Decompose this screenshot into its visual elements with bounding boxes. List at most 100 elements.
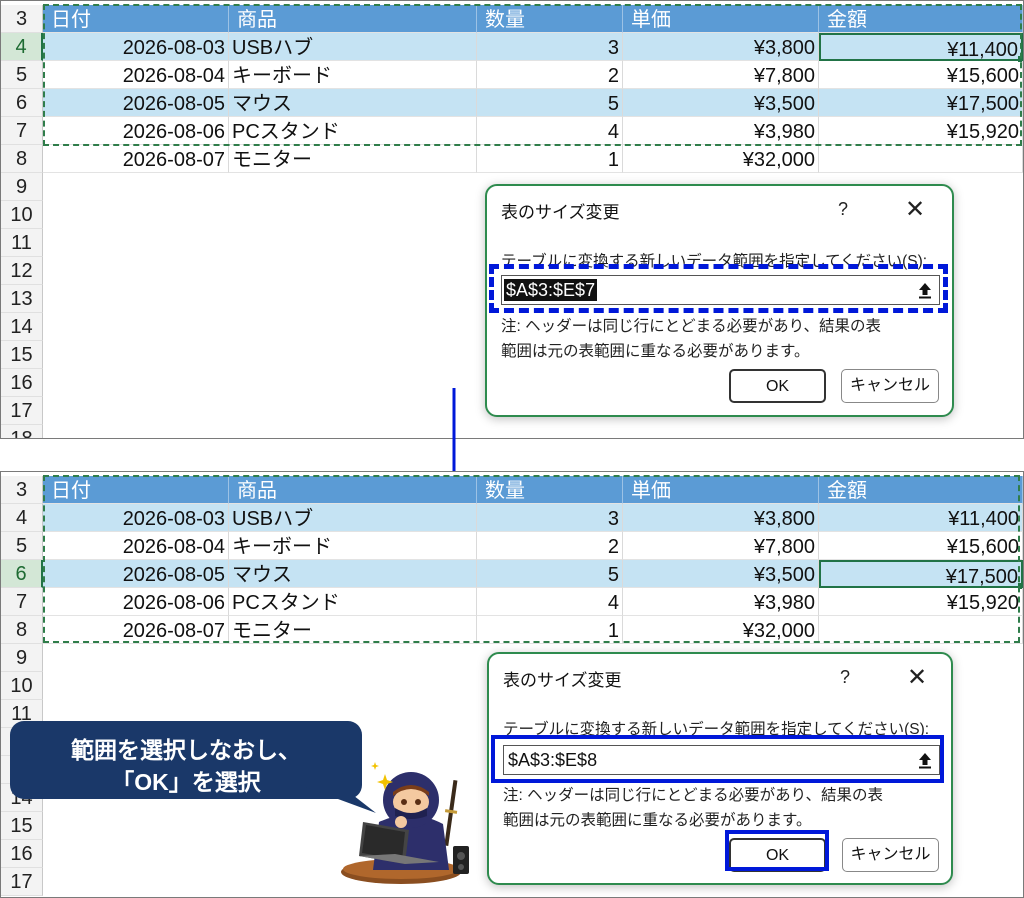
row-number[interactable]: 6 xyxy=(1,560,43,588)
header-qty[interactable]: 数量 xyxy=(477,5,623,33)
cell-qty[interactable]: 2 xyxy=(477,532,623,560)
row-number[interactable]: 4 xyxy=(1,33,43,61)
header-amount[interactable]: 金額 xyxy=(819,476,1023,504)
row-number[interactable]: 8 xyxy=(1,145,43,173)
cell-qty[interactable]: 4 xyxy=(477,117,623,145)
cell-amount-active[interactable]: ¥11,400 xyxy=(819,33,1023,62)
row-number[interactable]: 10 xyxy=(1,201,43,229)
cell-amount[interactable]: ¥15,920 xyxy=(819,588,1023,616)
note-line-1: 注: ヘッダーは同じ行にとどまる必要があり、結果の表 xyxy=(503,787,883,804)
cell-date[interactable]: 2026-08-05 xyxy=(43,89,229,117)
cell-price[interactable]: ¥32,000 xyxy=(623,145,819,173)
cell-price[interactable]: ¥3,500 xyxy=(623,89,819,117)
row-number[interactable]: 16 xyxy=(1,369,43,397)
cell-date[interactable]: 2026-08-06 xyxy=(43,117,229,145)
header-price[interactable]: 単価 xyxy=(623,476,819,504)
cell-qty[interactable]: 1 xyxy=(477,616,623,644)
cell-amount[interactable]: ¥17,500 xyxy=(819,89,1023,117)
cell-price[interactable]: ¥3,980 xyxy=(623,588,819,616)
cell-item[interactable]: PCスタンド xyxy=(229,117,477,145)
row-number[interactable]: 3 xyxy=(1,5,43,33)
row-number[interactable]: 16 xyxy=(1,840,43,868)
cell-amount[interactable]: ¥15,600 xyxy=(819,61,1023,89)
cell-date[interactable]: 2026-08-05 xyxy=(43,560,229,588)
cell-price[interactable]: ¥3,500 xyxy=(623,560,819,588)
cancel-button[interactable]: キャンセル xyxy=(841,369,939,403)
header-date[interactable]: 日付 xyxy=(43,5,229,33)
header-amount[interactable]: 金額 xyxy=(819,5,1023,33)
spreadsheet-panel-before: 3 日付 商品 数量 単価 金額 4 2026-08-03 USBハブ 3 ¥3… xyxy=(0,0,1024,439)
cell-price[interactable]: ¥7,800 xyxy=(623,532,819,560)
cell-price[interactable]: ¥32,000 xyxy=(623,616,819,644)
header-price[interactable]: 単価 xyxy=(623,5,819,33)
close-icon[interactable]: ✕ xyxy=(907,666,927,690)
cell-item[interactable]: キーボード xyxy=(229,532,477,560)
row-number[interactable]: 9 xyxy=(1,173,43,201)
cell-item[interactable]: マウス xyxy=(229,560,477,588)
row-number[interactable]: 13 xyxy=(1,285,43,313)
cell-qty[interactable]: 3 xyxy=(477,504,623,532)
row-number[interactable]: 14 xyxy=(1,313,43,341)
cell-qty[interactable]: 1 xyxy=(477,145,623,173)
row-number[interactable]: 5 xyxy=(1,532,43,560)
row-number[interactable]: 8 xyxy=(1,616,43,644)
cell-qty[interactable]: 3 xyxy=(477,33,623,61)
row-number[interactable]: 3 xyxy=(1,476,43,504)
cell-price[interactable]: ¥3,980 xyxy=(623,117,819,145)
cell-item[interactable]: モニター xyxy=(229,145,477,173)
cell-amount[interactable]: ¥15,920 xyxy=(819,117,1023,145)
help-button[interactable]: ? xyxy=(840,667,850,688)
cell-amount[interactable] xyxy=(819,145,1023,173)
header-qty[interactable]: 数量 xyxy=(477,476,623,504)
table-row: 6 2026-08-05 マウス 5 ¥3,500 ¥17,500 xyxy=(1,89,1023,117)
row-number[interactable]: 6 xyxy=(1,89,43,117)
cell-date[interactable]: 2026-08-06 xyxy=(43,588,229,616)
cell-amount[interactable]: ¥11,400 xyxy=(819,504,1023,532)
cell-date[interactable]: 2026-08-03 xyxy=(43,33,229,61)
range-input-highlight xyxy=(489,264,948,313)
cell-item[interactable]: PCスタンド xyxy=(229,588,477,616)
cell-date[interactable]: 2026-08-07 xyxy=(43,145,229,173)
header-item[interactable]: 商品 xyxy=(229,5,477,33)
cell-price[interactable]: ¥3,800 xyxy=(623,33,819,61)
close-icon[interactable]: ✕ xyxy=(905,198,925,222)
row-number[interactable]: 12 xyxy=(1,257,43,285)
row-number[interactable]: 10 xyxy=(1,672,43,700)
cell-item[interactable]: USBハブ xyxy=(229,504,477,532)
cell-amount[interactable]: ¥15,600 xyxy=(819,532,1023,560)
cell-item[interactable]: マウス xyxy=(229,89,477,117)
cell-qty[interactable]: 4 xyxy=(477,588,623,616)
cell-date[interactable]: 2026-08-04 xyxy=(43,61,229,89)
table-header-row: 3 日付 商品 数量 単価 金額 xyxy=(1,476,1023,504)
header-item[interactable]: 商品 xyxy=(229,476,477,504)
row-number[interactable]: 17 xyxy=(1,397,43,425)
cell-qty[interactable]: 5 xyxy=(477,89,623,117)
cell-date[interactable]: 2026-08-07 xyxy=(43,616,229,644)
cancel-button[interactable]: キャンセル xyxy=(842,838,939,872)
row-number[interactable]: 18 xyxy=(1,425,43,438)
cell-price[interactable]: ¥3,800 xyxy=(623,504,819,532)
cell-amount[interactable] xyxy=(819,616,1023,644)
row-number[interactable]: 9 xyxy=(1,644,43,672)
row-number[interactable]: 15 xyxy=(1,341,43,369)
row-number[interactable]: 5 xyxy=(1,61,43,89)
cell-item[interactable]: モニター xyxy=(229,616,477,644)
row-number[interactable]: 7 xyxy=(1,588,43,616)
cell-item[interactable]: キーボード xyxy=(229,61,477,89)
row-number[interactable]: 4 xyxy=(1,504,43,532)
row-number[interactable]: 17 xyxy=(1,868,43,896)
dialog-title: 表のサイズ変更 xyxy=(501,203,620,222)
cell-price[interactable]: ¥7,800 xyxy=(623,61,819,89)
cell-item[interactable]: USBハブ xyxy=(229,33,477,61)
cell-amount-active[interactable]: ¥17,500 xyxy=(819,560,1023,589)
row-number[interactable]: 7 xyxy=(1,117,43,145)
cell-date[interactable]: 2026-08-04 xyxy=(43,532,229,560)
cell-qty[interactable]: 5 xyxy=(477,560,623,588)
ok-button[interactable]: OK xyxy=(729,369,826,403)
cell-date[interactable]: 2026-08-03 xyxy=(43,504,229,532)
header-date[interactable]: 日付 xyxy=(43,476,229,504)
row-number[interactable]: 15 xyxy=(1,812,43,840)
help-button[interactable]: ? xyxy=(838,199,848,220)
cell-qty[interactable]: 2 xyxy=(477,61,623,89)
row-number[interactable]: 11 xyxy=(1,229,43,257)
